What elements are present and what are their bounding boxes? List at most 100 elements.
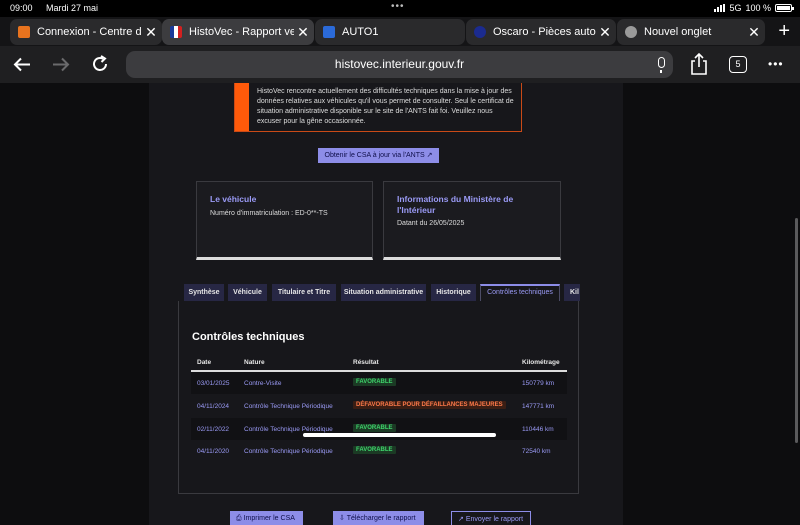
browser-toolbar: histovec.interieur.gouv.fr 5 ••• (0, 46, 800, 83)
favicon-icon (18, 26, 30, 38)
auto1-favicon-icon (323, 26, 335, 38)
browser-tab-bar: Connexion - Centre d ✕ HistoVec - Rappor… (0, 17, 800, 46)
vehicle-card: Le véhicule Numéro d'immatriculation : E… (196, 181, 373, 260)
address-bar[interactable]: histovec.interieur.gouv.fr (126, 51, 673, 78)
cell-km: 110446 km (522, 426, 554, 433)
tab-histovec[interactable]: HistoVec - Rapport ve ✕ (162, 19, 314, 45)
tab-situation-administrative[interactable]: Situation administrative (341, 284, 426, 301)
ministry-title-line2: l'Intérieur (397, 205, 436, 215)
download-label: Télécharger le rapport (346, 515, 416, 522)
network-label: 5G (729, 3, 742, 13)
alert-text: HistoVec rencontre actuellement des diff… (257, 88, 514, 125)
send-label: Envoyer le rapport (465, 516, 524, 523)
print-csa-button[interactable]: ⎙ Imprimer le CSA (230, 511, 303, 525)
battery-label: 100 % (745, 3, 771, 13)
tab-title: AUTO1 (342, 26, 379, 38)
tab-connexion[interactable]: Connexion - Centre d ✕ (10, 19, 162, 45)
ministry-info-card: Informations du Ministère de l'Intérieur… (383, 181, 561, 260)
result-badge: FAVORABLE (353, 378, 396, 386)
close-icon[interactable]: ✕ (598, 24, 612, 41)
tab-title: Nouvel onglet (644, 26, 712, 38)
tab-title: Connexion - Centre d (37, 26, 142, 38)
external-link-icon: ↗ (426, 152, 433, 159)
more-options-icon[interactable]: ••• (768, 57, 784, 71)
home-indicator[interactable] (303, 433, 496, 437)
result-badge: DÉFAVORABLE POUR DÉFAILLANCES MAJEURES (353, 401, 506, 409)
close-icon[interactable]: ✕ (747, 24, 761, 41)
cell-km: 72540 km (522, 448, 551, 455)
tab-historique[interactable]: Historique (431, 284, 476, 301)
share-icon[interactable] (690, 53, 708, 75)
result-badge: FAVORABLE (353, 446, 396, 454)
marianne-favicon-icon (170, 26, 182, 38)
back-arrow-icon[interactable] (13, 57, 31, 72)
cell-km: 150779 km (522, 380, 555, 387)
scrollbar[interactable] (795, 218, 798, 443)
tab-synthese[interactable]: Synthèse (184, 284, 224, 301)
globe-icon (625, 26, 637, 38)
close-icon[interactable]: ✕ (296, 24, 310, 41)
battery-icon (775, 4, 794, 12)
tab-title: HistoVec - Rapport ve (189, 26, 294, 38)
microphone-icon[interactable] (658, 57, 665, 73)
page-viewport: HistoVec rencontre actuellement des diff… (0, 83, 800, 525)
table-row: 04/11/2024 Contrôle Technique Périodique… (191, 395, 567, 417)
cell-nature: Contre-Visite (244, 380, 282, 387)
col-date: Date (197, 359, 212, 366)
result-badge: FAVORABLE (353, 424, 396, 432)
status-date: Mardi 27 mai (46, 3, 99, 13)
close-icon[interactable]: ✕ (144, 24, 158, 41)
ministry-card-title: Informations du Ministère de l'Intérieur (397, 194, 513, 216)
tab-kilometrage[interactable]: Kil (564, 284, 580, 301)
cell-nature: Contrôle Technique Périodique (244, 426, 333, 433)
tab-titulaire[interactable]: Titulaire et Titre (272, 284, 336, 301)
report-tabs: Synthèse Véhicule Titulaire et Titre Sit… (184, 284, 580, 301)
maintenance-alert: HistoVec rencontre actuellement des diff… (234, 83, 522, 132)
send-icon: ↗ (458, 516, 464, 523)
ministry-title-line1: Informations du Ministère de (397, 194, 514, 204)
cell-date: 04/11/2024 (197, 403, 230, 410)
download-report-button[interactable]: ⇩ Télécharger le rapport (333, 511, 424, 525)
section-title: Contrôles techniques (192, 331, 305, 343)
print-label: Imprimer le CSA (243, 515, 295, 522)
col-kilometrage: Kilométrage (522, 359, 560, 366)
status-right: 5G 100 % (714, 3, 794, 13)
col-resultat: Résultat (353, 359, 379, 366)
csa-button-label: Obtenir le CSA à jour via l'ANTS (324, 152, 425, 159)
ministry-date: Datant du 26/05/2025 (397, 220, 465, 227)
table-row: 03/01/2025 Contre-Visite FAVORABLE 15077… (191, 372, 567, 394)
status-bar: 09:00 Mardi 27 mai ••• 5G 100 % (0, 0, 800, 17)
tab-oscaro[interactable]: Oscaro - Pièces auto ✕ (466, 19, 616, 45)
download-icon: ⇩ (339, 515, 345, 522)
cell-date: 04/11/2020 (197, 448, 230, 455)
tab-vehicule[interactable]: Véhicule (228, 284, 267, 301)
cell-nature: Contrôle Technique Périodique (244, 403, 333, 410)
reload-icon[interactable] (91, 55, 109, 73)
cell-nature: Contrôle Technique Périodique (244, 448, 333, 455)
table-header: Date Nature Résultat Kilométrage (191, 355, 567, 372)
tab-controles-techniques[interactable]: Contrôles techniques (480, 284, 560, 301)
forward-arrow-icon[interactable] (52, 57, 70, 72)
signal-icon (714, 4, 726, 12)
cell-date: 02/11/2022 (197, 426, 230, 433)
tab-title: Oscaro - Pièces auto (493, 26, 596, 38)
tab-new[interactable]: Nouvel onglet ✕ (617, 19, 765, 45)
send-report-button[interactable]: ↗ Envoyer le rapport (451, 511, 531, 525)
table-row: 04/11/2020 Contrôle Technique Périodique… (191, 440, 567, 462)
tab-auto1[interactable]: AUTO1 (315, 19, 465, 45)
cell-km: 147771 km (522, 403, 555, 410)
status-time: 09:00 (10, 3, 33, 13)
col-nature: Nature (244, 359, 265, 366)
url-text: histovec.interieur.gouv.fr (334, 57, 465, 71)
vehicle-card-title: Le véhicule (210, 194, 257, 204)
cell-date: 03/01/2025 (197, 380, 230, 387)
get-csa-ants-button[interactable]: Obtenir le CSA à jour via l'ANTS ↗ (318, 148, 439, 163)
oscaro-favicon-icon (474, 26, 486, 38)
alert-warning-bar (235, 83, 249, 131)
print-icon: ⎙ (236, 515, 242, 522)
new-tab-plus-icon[interactable]: + (778, 20, 790, 43)
multitasking-dots-icon[interactable]: ••• (391, 1, 405, 12)
ipad-safari-screen: 09:00 Mardi 27 mai ••• 5G 100 % Connexio… (0, 0, 800, 525)
tab-count-button[interactable]: 5 (729, 56, 747, 73)
registration-number: Numéro d'immatriculation : ED-0**-TS (210, 210, 328, 217)
